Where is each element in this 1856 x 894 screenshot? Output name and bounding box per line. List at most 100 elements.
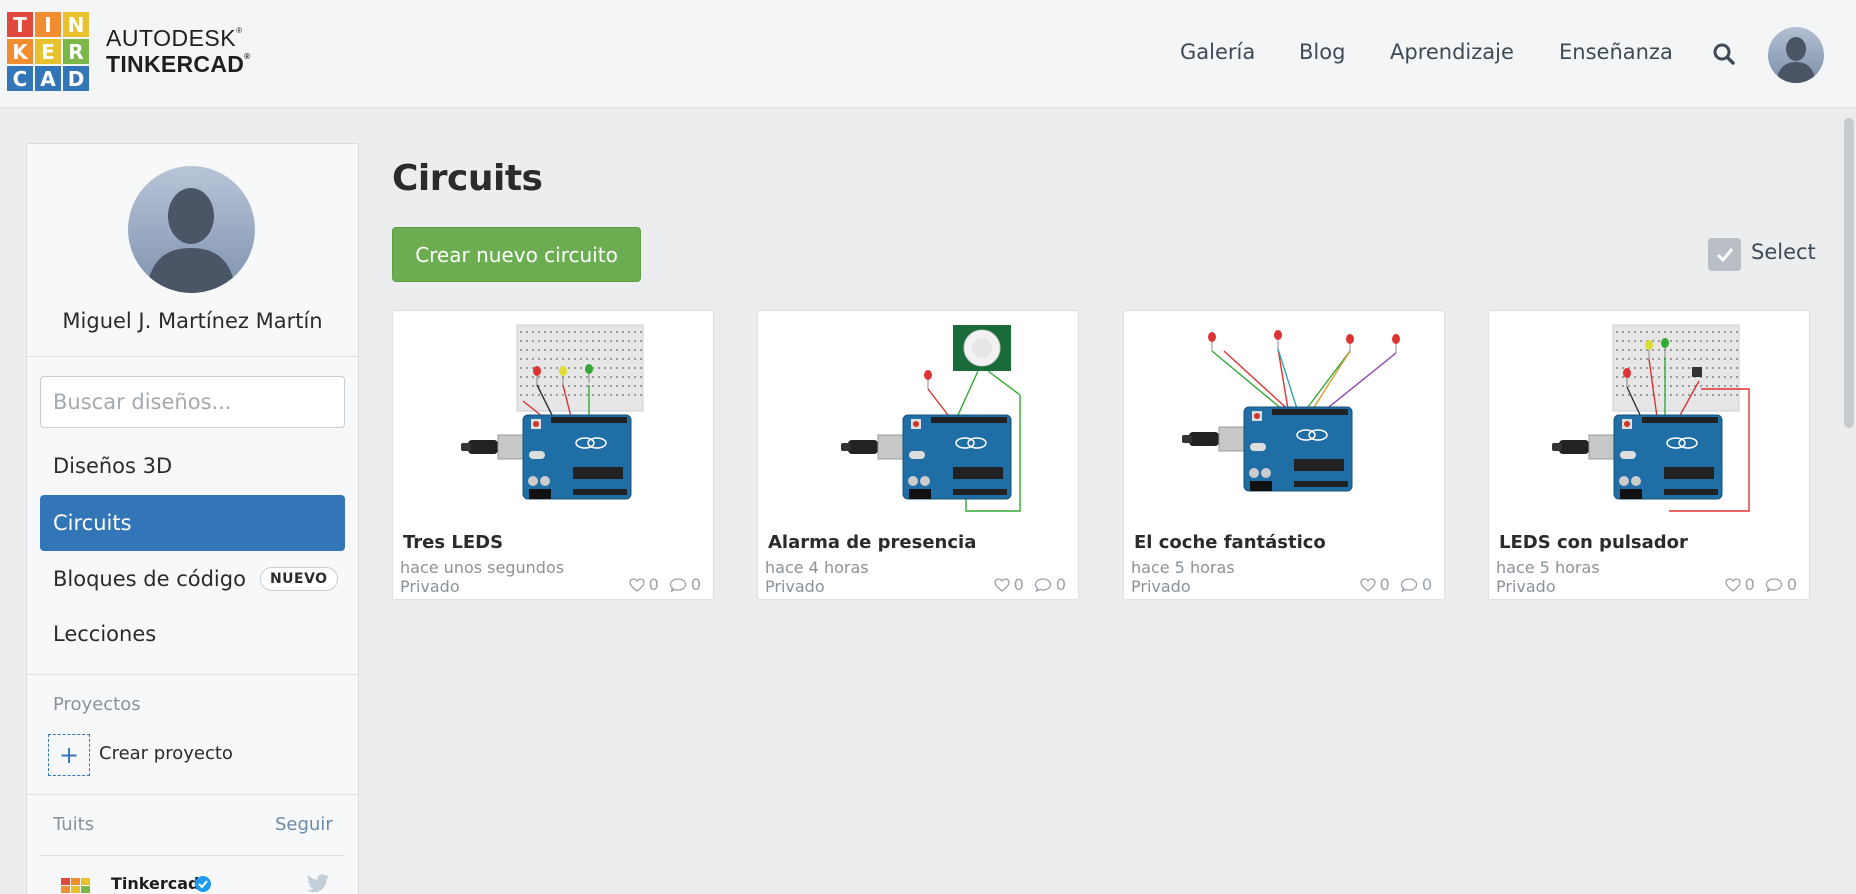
- checkmark-icon: [1716, 247, 1733, 262]
- twitter-icon[interactable]: [306, 874, 330, 894]
- card-title: LEDS con pulsador: [1499, 532, 1688, 553]
- logo-letter: D: [63, 66, 89, 91]
- tinkercad-logo[interactable]: TIN KER CAD: [7, 12, 91, 93]
- search-icon[interactable]: [1712, 42, 1736, 66]
- divider: [27, 794, 358, 795]
- heart-icon[interactable]: [1359, 577, 1376, 592]
- logo-letter: R: [63, 39, 89, 64]
- logo-letter: I: [35, 12, 61, 37]
- comments-count: 0: [1786, 575, 1797, 594]
- logo-tile: [61, 886, 70, 893]
- sidebar-item-label: Diseños 3D: [53, 454, 173, 478]
- nav-blog[interactable]: Blog: [1299, 40, 1345, 64]
- heart-icon[interactable]: [1724, 577, 1741, 592]
- tweet-author[interactable]: Tinkercad: [111, 874, 199, 893]
- card-stats: 0 0: [628, 575, 701, 594]
- likes-count: 0: [1013, 575, 1024, 594]
- verified-icon: [195, 876, 211, 892]
- logo-letter: C: [7, 66, 33, 91]
- card-title: El coche fantástico: [1134, 532, 1326, 553]
- comment-icon[interactable]: [1765, 577, 1783, 592]
- logo-letter: A: [35, 66, 61, 91]
- circuit-thumbnail: [461, 324, 644, 500]
- page-title: Circuits: [392, 158, 543, 199]
- profile-avatar[interactable]: [128, 166, 255, 293]
- card-privacy: Privado: [400, 577, 460, 596]
- likes-count: 0: [1744, 575, 1755, 594]
- top-header: TIN KER CAD AUTODESK® TINKERCAD® Galería B…: [0, 0, 1856, 108]
- sidebar-item-bloques-de-codigo[interactable]: Bloques de código NUEVO: [40, 551, 345, 607]
- sidebar-item-label: Bloques de código: [53, 567, 246, 591]
- user-avatar[interactable]: [1768, 27, 1824, 83]
- divider: [40, 855, 345, 856]
- sidebar-item-label: Lecciones: [53, 622, 157, 646]
- likes-count: 0: [1379, 575, 1390, 594]
- follow-link[interactable]: Seguir: [275, 814, 333, 835]
- divider: [27, 356, 358, 357]
- profile-name: Miguel J. Martínez Martín: [62, 309, 323, 333]
- select-label[interactable]: Select: [1751, 240, 1816, 264]
- comments-count: 0: [1055, 575, 1066, 594]
- logo-tile: [81, 878, 90, 885]
- heart-icon[interactable]: [628, 577, 645, 592]
- circuit-thumbnail: [841, 325, 1021, 512]
- nav-galeria[interactable]: Galería: [1180, 40, 1255, 64]
- circuit-thumbnail: [1182, 330, 1400, 492]
- card-stats: 0 0: [1359, 575, 1432, 594]
- tinkercad-mini-logo: [61, 878, 91, 894]
- sidebar-item-lecciones[interactable]: Lecciones: [40, 606, 345, 662]
- select-checkbox[interactable]: [1708, 238, 1741, 271]
- brand-bottom-text: TINKERCAD: [106, 51, 245, 77]
- design-card[interactable]: Alarma de presencia hace 4 horas Privado…: [757, 310, 1079, 600]
- sidebar-item-circuits[interactable]: Circuits: [40, 495, 345, 551]
- design-card[interactable]: LEDS con pulsador hace 5 horas Privado 0…: [1488, 310, 1810, 600]
- avatar-silhouette-icon: [1768, 27, 1824, 83]
- logo-tile: [71, 886, 80, 893]
- logo-letter: T: [7, 12, 33, 37]
- logo-letter: N: [63, 12, 89, 37]
- brand-top-text: AUTODESK: [106, 25, 237, 51]
- card-time: hace 5 horas: [1131, 558, 1235, 577]
- circuit-thumbnail: [1552, 324, 1750, 512]
- logo-letter: K: [7, 39, 33, 64]
- design-card[interactable]: El coche fantástico hace 5 horas Privado…: [1123, 310, 1445, 600]
- comments-count: 0: [690, 575, 701, 594]
- card-stats: 0 0: [993, 575, 1066, 594]
- logo-letter: E: [35, 39, 61, 64]
- create-project-link[interactable]: Crear proyecto: [99, 743, 233, 764]
- card-privacy: Privado: [765, 577, 825, 596]
- card-stats: 0 0: [1724, 575, 1797, 594]
- avatar-silhouette-icon: [128, 166, 255, 293]
- sidebar: Miguel J. Martínez Martín Diseños 3D Cir…: [26, 143, 359, 894]
- page-scrollbar[interactable]: [1844, 118, 1854, 428]
- create-circuit-button[interactable]: Crear nuevo circuito: [392, 227, 641, 282]
- logo-tile: [61, 878, 70, 885]
- new-badge: NUEVO: [259, 567, 338, 591]
- card-privacy: Privado: [1131, 577, 1191, 596]
- sidebar-item-disenos-3d[interactable]: Diseños 3D: [40, 438, 345, 494]
- sidebar-item-label: Circuits: [53, 511, 132, 535]
- projects-heading: Proyectos: [53, 694, 141, 715]
- search-designs-input[interactable]: [40, 376, 345, 428]
- logo-tile: [71, 878, 80, 885]
- nav-ensenanza[interactable]: Enseñanza: [1559, 40, 1673, 64]
- card-title: Tres LEDS: [403, 532, 504, 553]
- comment-icon[interactable]: [1034, 577, 1052, 592]
- card-title: Alarma de presencia: [768, 532, 977, 553]
- card-time: hace 5 horas: [1496, 558, 1600, 577]
- likes-count: 0: [648, 575, 659, 594]
- plus-icon[interactable]: +: [48, 734, 90, 776]
- card-time: hace unos segundos: [400, 558, 565, 577]
- tweets-heading: Tuits: [53, 814, 95, 835]
- comment-icon[interactable]: [669, 577, 687, 592]
- logo-tile: [81, 886, 90, 893]
- brand-wordmark[interactable]: AUTODESK® TINKERCAD®: [106, 27, 250, 76]
- card-privacy: Privado: [1496, 577, 1556, 596]
- design-card[interactable]: Tres LEDS hace unos segundos Privado 0 0: [392, 310, 714, 600]
- comments-count: 0: [1421, 575, 1432, 594]
- card-time: hace 4 horas: [765, 558, 869, 577]
- comment-icon[interactable]: [1400, 577, 1418, 592]
- nav-aprendizaje[interactable]: Aprendizaje: [1390, 40, 1514, 64]
- divider: [27, 674, 358, 675]
- heart-icon[interactable]: [993, 577, 1010, 592]
